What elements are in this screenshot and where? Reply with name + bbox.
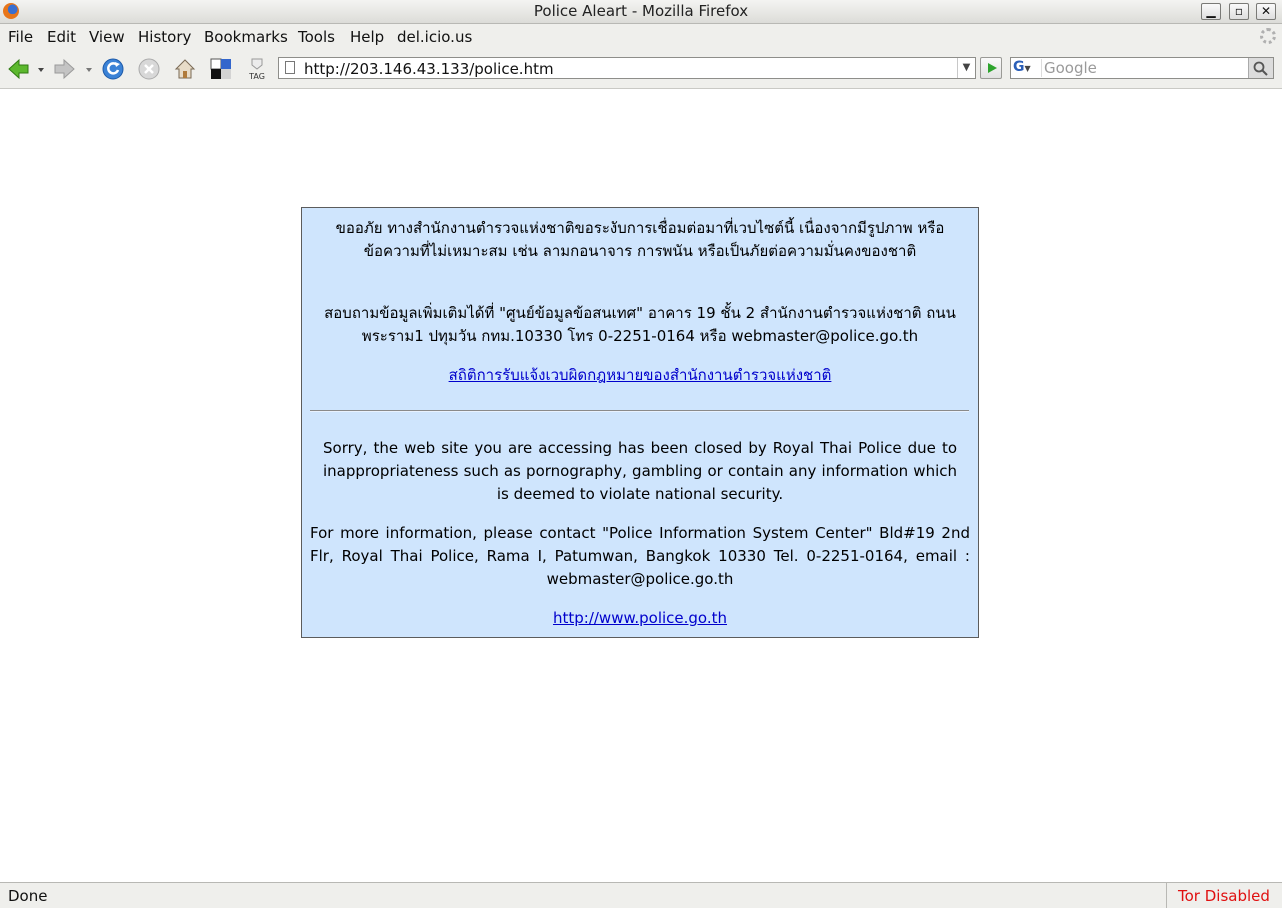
search-engine-google-icon[interactable]: G▼ [1013,59,1042,77]
divider [310,410,969,412]
minimize-button[interactable]: ▁ [1201,3,1221,20]
navigation-toolbar: TAG http://203.146.43.133/police.htm ▼ G… [0,50,1282,89]
close-button[interactable]: ✕ [1256,3,1276,20]
page-content: ขออภัย ทางสำนักงานตำรวจแห่งชาติขอระงับกา… [0,89,1282,882]
police-notice-box: ขออภัย ทางสำนักงานตำรวจแห่งชาติขอระงับกา… [301,207,979,638]
english-contact-paragraph: For more information, please contact "Po… [310,524,970,588]
menu-history[interactable]: History [138,28,191,46]
police-website-link[interactable]: http://www.police.go.th [553,609,727,627]
back-history-dropdown-icon[interactable] [36,57,46,81]
thai-statistics-link[interactable]: สถิติการรับแจ้งเวบผิดกฎหมายของสำนักงานตำ… [449,366,832,384]
go-button[interactable] [980,57,1002,79]
address-bar-url[interactable]: http://203.146.43.133/police.htm [304,60,554,78]
maximize-button[interactable]: ▫ [1229,3,1249,20]
address-bar[interactable]: http://203.146.43.133/police.htm ▼ [278,57,976,79]
forward-icon[interactable] [53,57,77,81]
tor-status-button[interactable]: Tor Disabled [1166,883,1282,908]
thai-contact-paragraph: สอบถามข้อมูลเพิ่มเติมได้ที่ "ศูนย์ข้อมูล… [324,304,956,345]
menu-edit[interactable]: Edit [47,28,76,46]
status-bar: Done Tor Disabled [0,882,1282,908]
title-bar: Police Aleart - Mozilla Firefox ▁ ▫ ✕ [0,0,1282,24]
menu-tools[interactable]: Tools [298,28,335,46]
back-icon[interactable] [6,57,30,81]
menu-help[interactable]: Help [350,28,384,46]
thai-notice-paragraph: ขออภัย ทางสำนักงานตำรวจแห่งชาติขอระงับกา… [335,219,945,260]
home-icon[interactable] [173,57,197,81]
tag-icon[interactable]: TAG [245,57,269,81]
window-title: Police Aleart - Mozilla Firefox [533,2,749,20]
menu-bookmarks[interactable]: Bookmarks [204,28,288,46]
search-bar[interactable]: G▼ [1010,57,1274,79]
status-text: Done [8,887,48,905]
search-icon[interactable] [1248,58,1273,78]
menu-delicious[interactable]: del.icio.us [397,28,472,46]
page-icon [285,61,295,74]
search-input[interactable] [1044,59,1244,77]
reload-icon[interactable] [101,57,125,81]
menu-view[interactable]: View [89,28,125,46]
stop-icon[interactable] [137,57,161,81]
throbber-icon [1260,28,1276,44]
address-dropdown-icon[interactable]: ▼ [957,58,975,78]
svg-text:TAG: TAG [248,72,265,81]
delicious-icon[interactable] [209,57,233,81]
forward-history-dropdown-icon[interactable] [84,57,94,81]
menu-bar: File Edit View History Bookmarks Tools H… [0,24,1282,50]
menu-file[interactable]: File [8,28,33,46]
english-notice-paragraph: Sorry, the web site you are accessing ha… [323,439,957,503]
